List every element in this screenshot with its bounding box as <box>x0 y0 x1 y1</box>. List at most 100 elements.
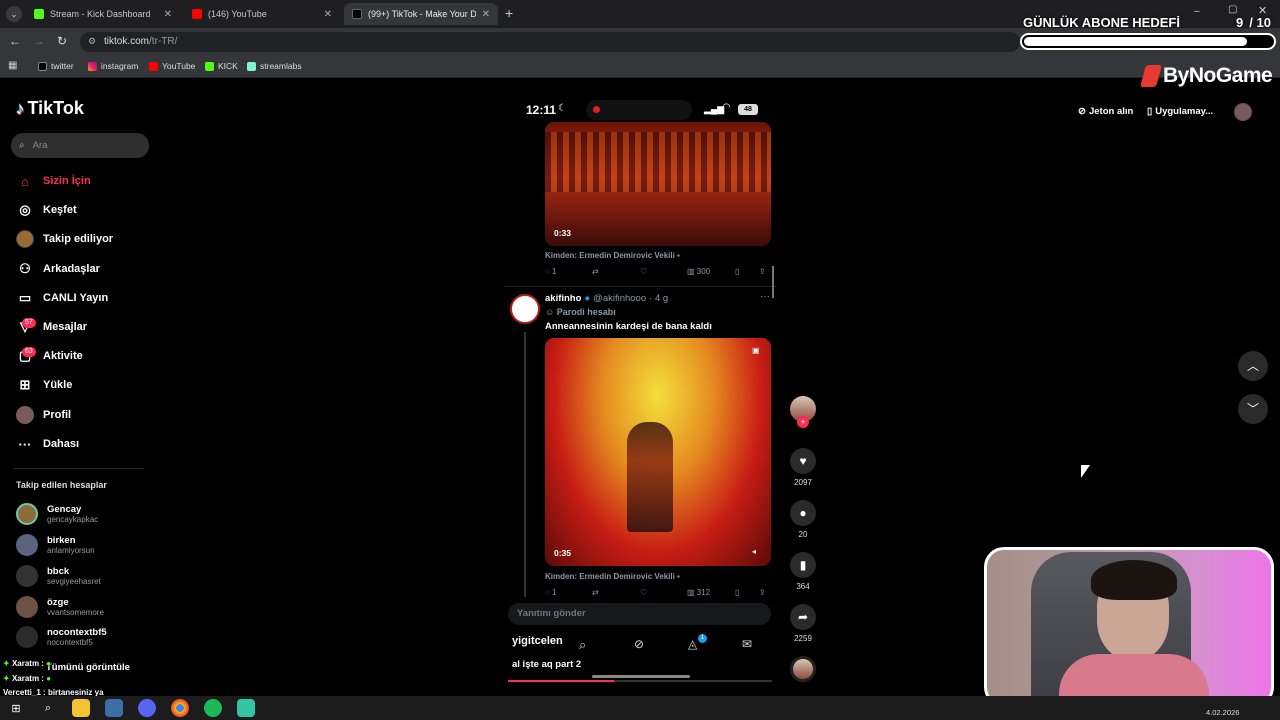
reply-button[interactable]: ◌ 1 <box>545 267 556 276</box>
nav-item-profile[interactable]: Profil <box>16 406 71 424</box>
tiktok-logo[interactable]: ♪ TikTok <box>16 98 84 119</box>
streamlabs-icon[interactable] <box>237 699 255 717</box>
bookmark-streamlabs[interactable]: streamlabs <box>247 61 302 71</box>
video-player[interactable]: 12:11 ☾ ▂▄▆ ◠ 48 0:33 Kimden: Ermedin De… <box>504 92 776 684</box>
phone-mail-icon[interactable]: ✉ <box>742 637 752 651</box>
close-icon[interactable]: ✕ <box>324 9 332 20</box>
nav-item-friends[interactable]: ⚇ Arkadaşlar <box>16 260 100 278</box>
apps-icon[interactable]: ▦ <box>8 60 17 71</box>
reply-button[interactable]: ◌ 1 <box>545 588 556 597</box>
get-app-button[interactable]: ▯ Uygulamay... <box>1147 106 1213 117</box>
phone-grok-icon[interactable]: ⊘ <box>634 637 644 651</box>
taskbar-search-icon[interactable]: ⌕ <box>39 699 57 717</box>
previous-video-button[interactable]: ︿ <box>1238 351 1268 381</box>
like-outline-icon[interactable]: ♡ <box>640 588 647 597</box>
retweet-icon[interactable]: ⇄ <box>592 588 599 597</box>
mute-icon[interactable]: ◂ <box>752 547 756 556</box>
following-account-bbck[interactable]: bbck sevgiyeehasret <box>16 565 101 587</box>
friends-icon: ⚇ <box>19 261 31 276</box>
tweet-scrollbar[interactable] <box>772 266 774 298</box>
bookmark-kick[interactable]: KICK <box>205 61 238 71</box>
nav-item-explore[interactable]: ◎ Keşfet <box>16 201 76 219</box>
like-button[interactable]: ♥ 2097 <box>790 448 816 487</box>
maximize-icon[interactable]: ▢ <box>1228 4 1237 15</box>
views-button[interactable]: ▥ 312 <box>687 588 710 597</box>
bookmark-outline-icon[interactable]: ▯ <box>735 267 739 276</box>
save-button[interactable]: ▮ 364 <box>790 552 816 591</box>
share-outline-icon[interactable]: ⇪ <box>759 267 766 276</box>
reload-icon[interactable]: ↻ <box>57 34 67 48</box>
avatar <box>16 534 38 556</box>
like-outline-icon[interactable]: ♡ <box>640 267 647 276</box>
forward-icon[interactable]: → <box>33 34 45 48</box>
get-coins-button[interactable]: ⊘ Jeton alın <box>1078 106 1133 117</box>
bookmark-label: instagram <box>101 61 139 71</box>
search-icon: ⌕ <box>19 140 25 151</box>
nav-item-upload[interactable]: ⊞ Yükle <box>16 376 73 394</box>
emote-icon: ● <box>46 659 52 668</box>
see-all-link[interactable]: Tümünü görüntüle <box>46 662 130 673</box>
creator-avatar-button[interactable]: + <box>790 396 816 428</box>
bookmark-youtube[interactable]: YouTube <box>149 61 195 71</box>
nav-item-for-you[interactable]: ⌂ Sizin İçin <box>16 172 91 190</box>
reply-input[interactable]: Yanıtını gönder <box>508 603 771 625</box>
nav-item-following[interactable]: Takip ediliyor <box>16 230 113 248</box>
windows-start-icon[interactable]: ⊞ <box>7 699 25 717</box>
share-icon: ➦ <box>790 604 816 630</box>
follow-plus-icon[interactable]: + <box>797 416 809 428</box>
tweet-video-2[interactable]: 0:35 ◂ ▣ <box>545 338 771 566</box>
tweet-avatar[interactable] <box>510 294 540 324</box>
emote-icon: ● <box>46 674 52 683</box>
tab-tiktok[interactable]: (99+) TikTok - Make Your Da ✕ <box>344 3 498 25</box>
like-count: 2097 <box>794 478 812 487</box>
video-author[interactable]: yigitcelen <box>512 635 563 647</box>
close-icon[interactable]: ✕ <box>164 9 172 20</box>
following-account-birken[interactable]: birken anlamiyorsun <box>16 534 95 556</box>
tab-search-button[interactable]: ⌄ <box>6 6 22 22</box>
share-button[interactable]: ➦ 2259 <box>790 604 816 643</box>
share-outline-icon[interactable]: ⇪ <box>759 588 766 597</box>
kick-favicon-icon <box>34 9 44 19</box>
bookmark-outline-icon[interactable]: ▯ <box>735 588 739 597</box>
retweet-icon[interactable]: ⇄ <box>592 267 599 276</box>
tweet-more-icon[interactable]: ··· <box>760 291 770 302</box>
account-username: sevgiyeehasret <box>47 576 101 586</box>
comment-button[interactable]: ● 20 <box>790 500 816 539</box>
following-avatar-icon <box>16 230 34 248</box>
phone-bell-icon[interactable]: ◬ <box>688 637 697 651</box>
app-icon[interactable] <box>105 699 123 717</box>
address-bar[interactable]: tiktok.com/tr-TR/ <box>80 32 1020 52</box>
minimize-icon[interactable]: – <box>1194 6 1200 17</box>
bynogame-wordmark: ByNoGame <box>1163 64 1273 87</box>
file-explorer-icon[interactable] <box>72 699 90 717</box>
tab-kick-dashboard[interactable]: Stream - Kick Dashboard ✕ <box>26 3 180 25</box>
back-icon[interactable]: ← <box>9 34 21 48</box>
nav-label: Sizin İçin <box>43 175 91 187</box>
next-video-button[interactable]: ﹀ <box>1238 394 1268 424</box>
following-account-ozge[interactable]: özge vvantsomemore <box>16 596 104 618</box>
user-avatar[interactable] <box>1234 103 1252 121</box>
nav-label: Dahası <box>43 438 80 450</box>
bookmark-instagram[interactable]: instagram <box>88 61 138 71</box>
following-account-nocontextbf5[interactable]: nocontextbf5 nocontextbf5 <box>16 626 107 648</box>
phone-search-icon[interactable]: ⌕ <box>579 637 586 653</box>
site-info-icon[interactable]: ⚙ <box>88 36 96 47</box>
nav-item-live[interactable]: ▭ CANLI Yayın <box>16 289 108 307</box>
account-name: özge <box>47 596 69 608</box>
close-icon[interactable]: ✕ <box>482 9 490 20</box>
nav-item-more[interactable]: ··· Dahası <box>16 435 80 453</box>
chrome-icon[interactable] <box>171 699 189 717</box>
video-progress-bar[interactable] <box>508 680 772 682</box>
music-disc-button[interactable] <box>790 656 816 682</box>
discord-icon[interactable] <box>138 699 156 717</box>
views-button[interactable]: ▥ 300 <box>687 267 710 276</box>
spotify-icon[interactable] <box>204 699 222 717</box>
person-hair-graphic <box>1091 560 1177 600</box>
tweet-video-1[interactable]: 0:33 <box>545 122 771 246</box>
bookmark-twitter[interactable]: twitter <box>38 61 74 71</box>
following-account-gencay[interactable]: Gencay gencaykapkac <box>16 503 98 525</box>
tab-youtube[interactable]: (146) YouTube ✕ <box>184 3 340 25</box>
bookmark-label: twitter <box>51 61 74 71</box>
new-tab-button[interactable]: + <box>505 5 513 21</box>
search-input[interactable]: ⌕ Ara <box>11 133 149 158</box>
